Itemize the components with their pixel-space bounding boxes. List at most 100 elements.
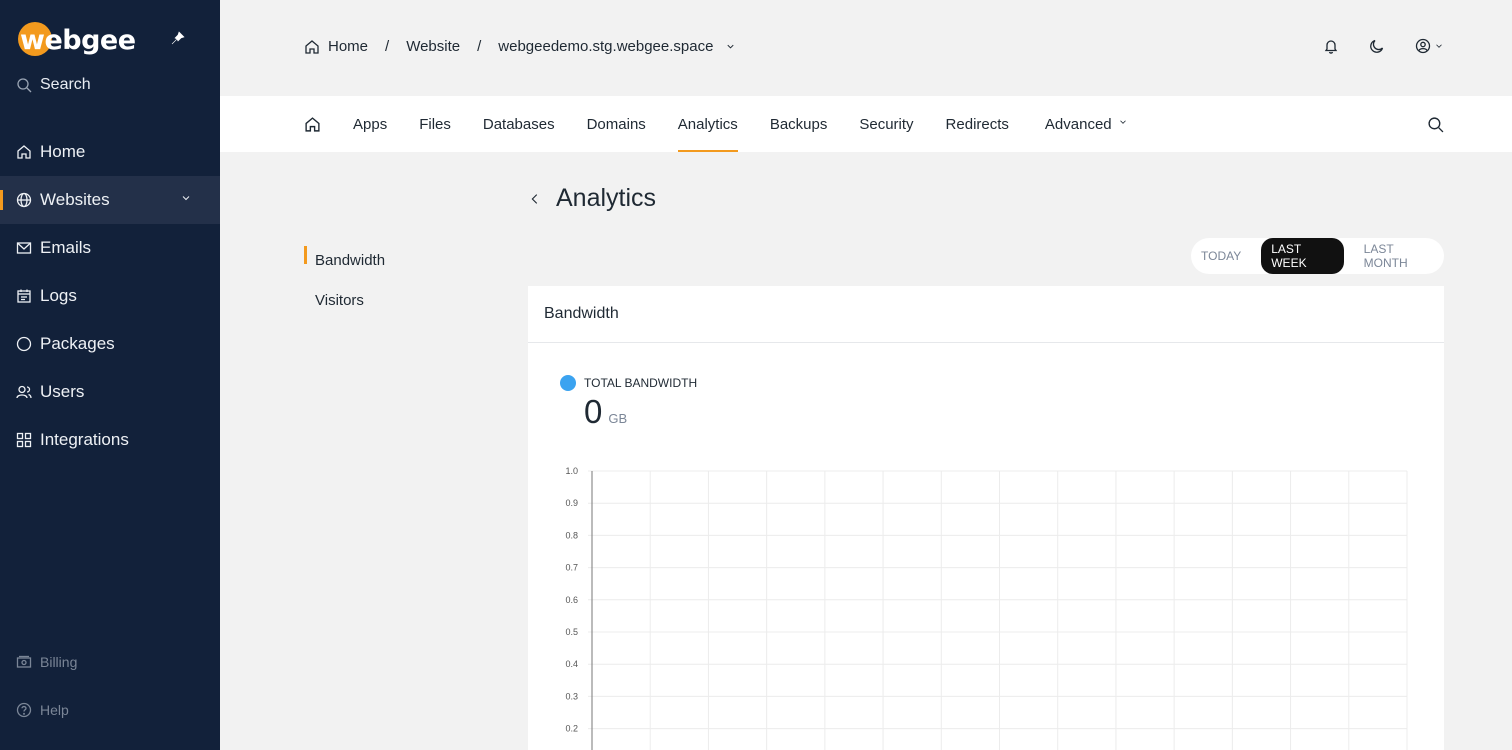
page-title-text: Analytics: [556, 184, 657, 212]
legend-swatch: [560, 375, 576, 391]
tab-home[interactable]: [304, 96, 321, 152]
breadcrumb-separator: /: [477, 38, 482, 55]
billing-icon: [16, 655, 32, 668]
page-title: Analytics: [528, 184, 656, 213]
subnav-item-visitors[interactable]: Visitors: [304, 280, 385, 320]
sidebar-item-label: Websites: [40, 190, 110, 209]
bell-icon: [1324, 40, 1338, 54]
sidebar-search-label: Search: [40, 76, 91, 93]
tab-files[interactable]: Files: [419, 96, 451, 152]
total-bandwidth-unit: GB: [608, 411, 628, 426]
moon-icon: [1370, 39, 1384, 53]
sidebar-search[interactable]: Search: [16, 76, 91, 94]
tab-advanced-label: Advanced: [1044, 115, 1112, 133]
tab-apps[interactable]: Apps: [353, 96, 387, 152]
search-icon: [17, 78, 32, 93]
sidebar-item-packages[interactable]: Packages: [0, 320, 220, 368]
webgee-logo[interactable]: webgee: [18, 20, 136, 60]
tab-redirects[interactable]: Redirects: [946, 96, 1009, 152]
y-tick-label: 0.5: [565, 627, 578, 637]
sidebar-item-websites[interactable]: Websites: [0, 176, 220, 224]
sidebar-nav: Home Websites Emails Logs Packages Users…: [0, 128, 220, 464]
mail-icon: [16, 242, 32, 254]
bandwidth-card: Bandwidth TOTAL BANDWIDTH 0 GB 1.0 0.9 0.8…: [528, 286, 1444, 750]
analytics-subnav: Bandwidth Visitors: [304, 240, 385, 320]
range-last-month[interactable]: LAST MONTH: [1354, 238, 1444, 274]
range-last-week[interactable]: LAST WEEK: [1261, 238, 1344, 274]
globe-icon: [16, 192, 32, 208]
sidebar-item-label: Emails: [40, 238, 92, 257]
breadcrumb-website[interactable]: Website: [406, 38, 460, 55]
legend-label: TOTAL BANDWIDTH: [584, 376, 698, 390]
sidebar-item-label: Billing: [40, 654, 78, 670]
chevron-down-icon: [1436, 44, 1442, 48]
sidebar-item-logs[interactable]: Logs: [0, 272, 220, 320]
y-tick-label: 0.3: [565, 691, 578, 701]
tab-advanced[interactable]: Advanced: [1045, 96, 1128, 152]
site-selector[interactable]: webgeedemo.stg.webgee.space: [498, 38, 736, 55]
y-tick-label: 0.2: [565, 724, 578, 734]
chart-legend: TOTAL BANDWIDTH: [560, 375, 697, 391]
chevron-down-icon: [182, 196, 190, 201]
y-tick-label: 0.6: [565, 595, 578, 605]
tab-analytics[interactable]: Analytics: [677, 96, 738, 152]
grid-icon: [16, 432, 32, 448]
breadcrumb-home[interactable]: Home: [304, 38, 368, 55]
sidebar-item-label: Packages: [40, 334, 115, 353]
sidebar-item-label: Home: [40, 142, 86, 161]
tab-domains[interactable]: Domains: [587, 96, 646, 152]
user-circle-icon: [1415, 38, 1431, 54]
site-selector-label: webgeedemo.stg.webgee.space: [498, 38, 714, 55]
y-tick-label: 0.4: [565, 659, 578, 669]
circle-icon: [16, 336, 32, 352]
top-bar: Home / Website / webgeedemo.stg.webgee.s…: [220, 0, 1512, 96]
bandwidth-chart: 1.0 0.9 0.8 0.7 0.6 0.5 0.4 0.3 0.2: [565, 466, 1408, 750]
y-tick-label: 0.9: [565, 498, 578, 508]
breadcrumb: Home / Website / webgeedemo.stg.webgee.s…: [304, 38, 736, 55]
home-icon: [17, 145, 31, 159]
total-bandwidth: 0 GB: [584, 393, 627, 431]
sidebar-item-emails[interactable]: Emails: [0, 224, 220, 272]
chevron-down-icon: [1119, 120, 1126, 124]
card-title: Bandwidth: [528, 286, 1444, 343]
y-tick-label: 1.0: [565, 466, 578, 476]
sidebar-item-billing[interactable]: Billing: [0, 638, 220, 686]
pin-icon[interactable]: [170, 30, 186, 46]
total-bandwidth-value: 0: [584, 393, 603, 430]
sidebar-item-label: Help: [40, 702, 69, 718]
tab-security[interactable]: Security: [859, 96, 913, 152]
back-button[interactable]: [528, 192, 542, 206]
range-today[interactable]: TODAY: [1191, 245, 1251, 267]
tab-search-button[interactable]: [1427, 116, 1444, 133]
tab-databases[interactable]: Databases: [483, 96, 555, 152]
sidebar-item-label: Logs: [40, 286, 77, 305]
sidebar: webgee Search Home Websites Emails Logs …: [0, 0, 220, 750]
y-tick-label: 0.7: [565, 563, 578, 573]
sidebar-item-integrations[interactable]: Integrations: [0, 416, 220, 464]
home-icon: [305, 39, 319, 54]
sidebar-item-home[interactable]: Home: [0, 128, 220, 176]
breadcrumb-separator: /: [385, 38, 390, 55]
tab-backups[interactable]: Backups: [770, 96, 828, 152]
notifications-button[interactable]: [1323, 38, 1339, 54]
calendar-icon: [17, 289, 31, 303]
sidebar-item-label: Integrations: [40, 430, 129, 449]
logo-text: webgee: [20, 24, 136, 56]
chevron-left-icon: [531, 193, 538, 204]
y-tick-label: 0.8: [565, 530, 578, 540]
account-menu-button[interactable]: [1415, 38, 1444, 54]
sidebar-item-help[interactable]: Help: [0, 686, 220, 734]
sidebar-item-users[interactable]: Users: [0, 368, 220, 416]
chevron-down-icon: [727, 44, 735, 49]
breadcrumb-home-label: Home: [328, 38, 369, 55]
search-icon: [1428, 117, 1444, 133]
date-range-selector: TODAY LAST WEEK LAST MONTH: [1191, 238, 1444, 274]
users-icon: [16, 385, 32, 399]
website-tab-bar: Apps Files Databases Domains Analytics B…: [220, 96, 1512, 152]
theme-toggle-button[interactable]: [1369, 38, 1385, 54]
tabs: Apps Files Databases Domains Analytics B…: [304, 96, 1160, 152]
help-icon: [16, 702, 32, 718]
subnav-item-bandwidth[interactable]: Bandwidth: [304, 240, 385, 280]
top-actions: [1323, 38, 1444, 54]
home-icon: [305, 116, 320, 132]
